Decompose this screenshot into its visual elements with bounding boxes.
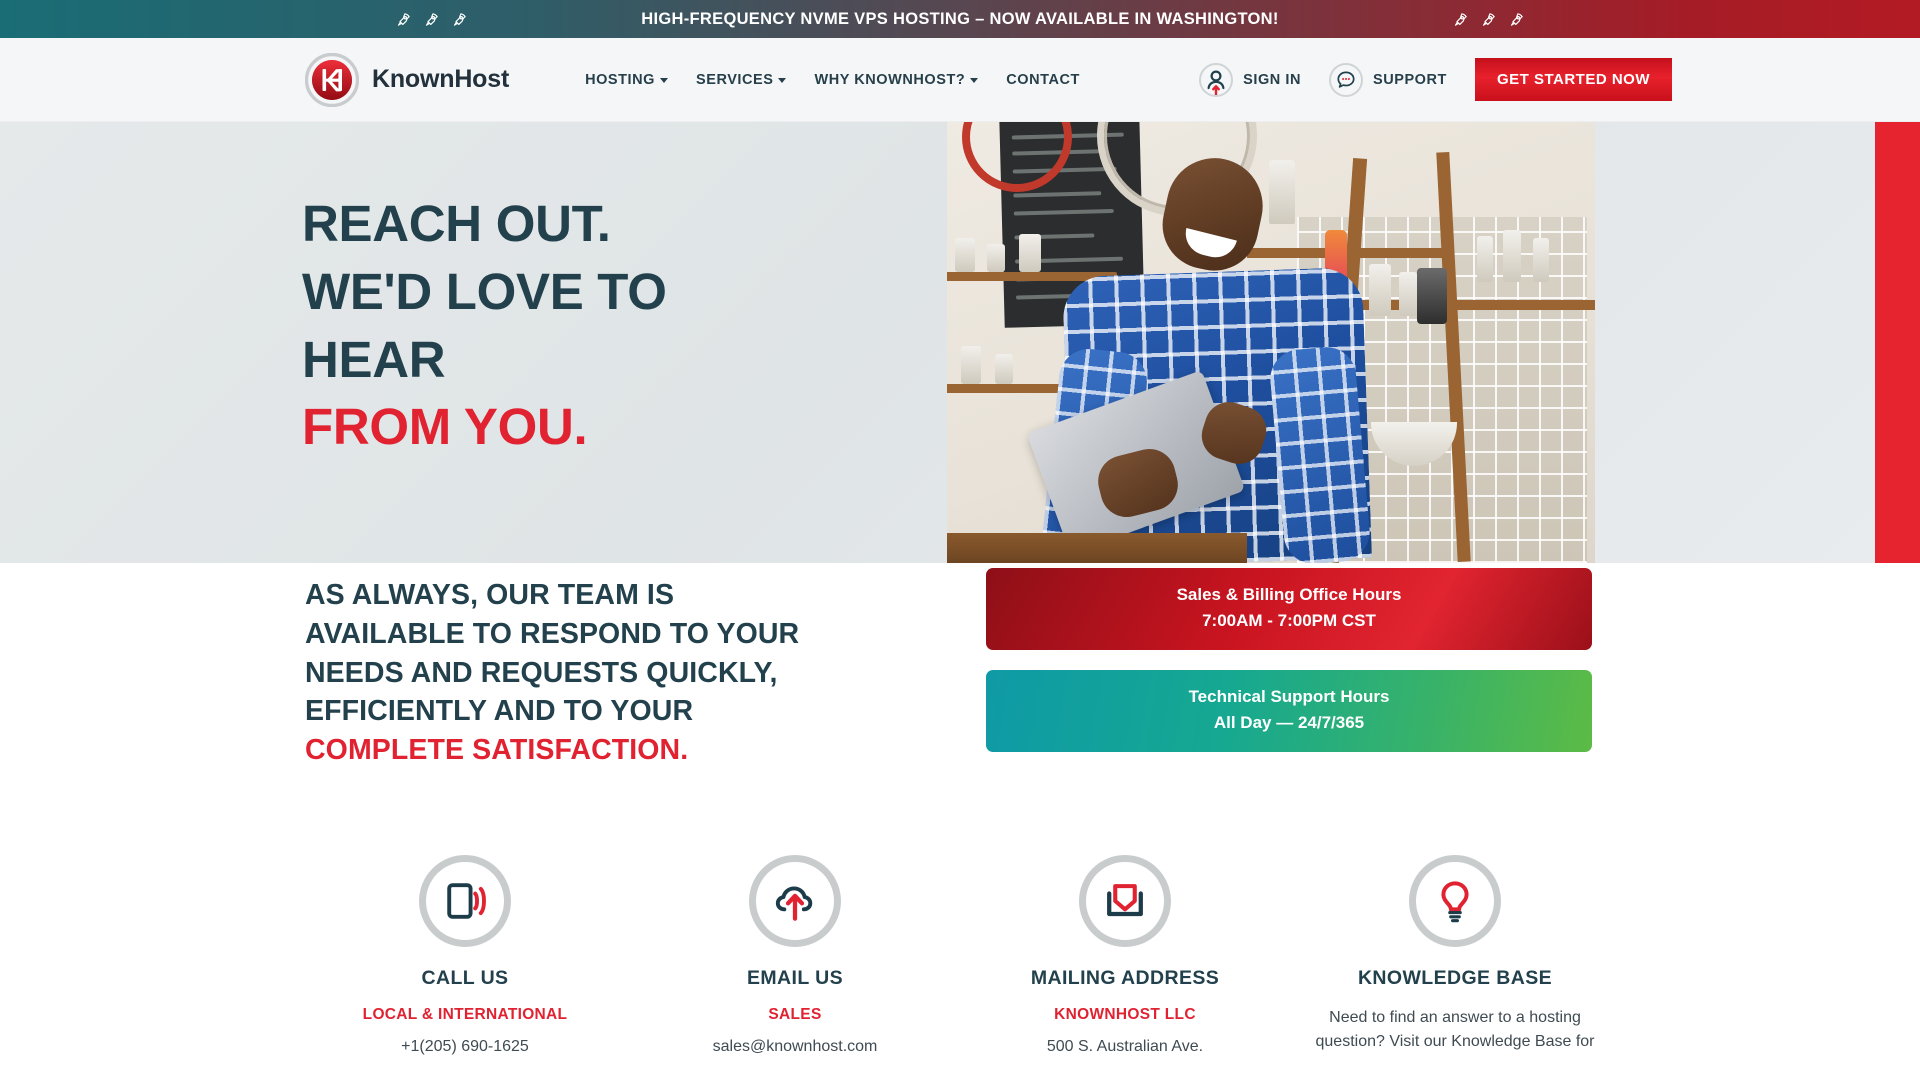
mailing-address-title: MAILING ADDRESS xyxy=(1030,967,1220,989)
contact-card-mailing-address[interactable]: MAILING ADDRESS KNOWNHOST LLC 500 S. Aus… xyxy=(960,855,1290,1059)
hero-line-3: HEAR xyxy=(302,330,446,388)
support-button[interactable]: SUPPORT xyxy=(1329,62,1447,97)
mailing-address-detail: 500 S. Australian Ave. xyxy=(1046,1038,1204,1055)
hero-image xyxy=(947,122,1595,563)
rocket-icon-group-right xyxy=(1452,11,1525,28)
hero-line-1: REACH OUT. xyxy=(302,195,611,252)
availability-line-1: AS ALWAYS, OUR TEAM IS xyxy=(305,579,675,611)
nav-item-why-knownhost-label: WHY KNOWNHOST? xyxy=(814,71,966,88)
technical-support-hours-card: Technical Support Hours All Day — 24/7/3… xyxy=(986,670,1592,752)
sales-billing-hours-value: 7:00AM - 7:00PM CST xyxy=(1202,611,1376,630)
availability-line-3: NEEDS AND REQUESTS QUICKLY, xyxy=(305,656,778,689)
call-us-detail[interactable]: +1(205) 690-1625 xyxy=(300,1035,630,1059)
user-icon xyxy=(1199,62,1234,97)
main-navigation: KnownHost HOSTING SERVICES WHY KNOWNHOST… xyxy=(0,38,1920,122)
mailing-address-subtitle: KNOWNHOST LLC xyxy=(1054,1006,1196,1023)
cloud-upload-icon xyxy=(749,855,841,947)
nav-menu: HOSTING SERVICES WHY KNOWNHOST? CONTACT xyxy=(585,72,1080,88)
technical-support-hours-value: All Day — 24/7/365 xyxy=(1213,713,1365,732)
get-started-button[interactable]: GET STARTED NOW xyxy=(1474,58,1672,101)
hero-line-4: FROM YOU. xyxy=(302,398,588,456)
sign-in-button[interactable]: SIGN IN xyxy=(1199,62,1301,97)
announcement-text: HIGH-FREQUENCY NVME VPS HOSTING – NOW AV… xyxy=(641,9,1279,28)
chevron-down-icon xyxy=(970,78,979,83)
rocket-icon-group-left xyxy=(395,11,468,28)
availability-line-4: EFFICIENTLY AND TO YOUR xyxy=(305,695,694,728)
announcement-bar[interactable]: HIGH-FREQUENCY NVME VPS HOSTING – NOW AV… xyxy=(0,0,1920,38)
contact-methods: CALL US LOCAL & INTERNATIONAL +1(205) 69… xyxy=(0,855,1920,1059)
nav-item-why-knownhost[interactable]: WHY KNOWNHOST? xyxy=(814,71,979,88)
knowledge-base-detail: Need to find an answer to a hosting ques… xyxy=(1315,1009,1595,1051)
sales-billing-hours-card: Sales & Billing Office Hours 7:00AM - 7:… xyxy=(986,568,1592,650)
nav-item-contact[interactable]: CONTACT xyxy=(1006,72,1080,88)
nav-item-services-label: SERVICES xyxy=(696,71,774,88)
nav-item-services[interactable]: SERVICES xyxy=(696,71,787,88)
technical-support-hours-title: Technical Support Hours xyxy=(1188,687,1390,706)
logo-link[interactable]: KnownHost xyxy=(304,52,510,107)
hero-heading: REACH OUT. WE'D LOVE TO HEAR FROM YOU. xyxy=(302,190,667,461)
hero-line-2: WE'D LOVE TO xyxy=(302,262,667,320)
contact-card-call-us[interactable]: CALL US LOCAL & INTERNATIONAL +1(205) 69… xyxy=(300,855,630,1059)
rocket-icon xyxy=(453,12,466,26)
support-label: SUPPORT xyxy=(1373,71,1447,88)
availability-section: AS ALWAYS, OUR TEAM IS AVAILABLE TO RESP… xyxy=(0,563,1920,823)
nav-item-hosting-label: HOSTING xyxy=(585,71,655,88)
office-hours-cards: Sales & Billing Office Hours 7:00AM - 7:… xyxy=(986,568,1592,772)
nav-item-contact-label: CONTACT xyxy=(1006,71,1080,88)
email-us-subtitle: SALES xyxy=(768,1006,822,1023)
rocket-icon xyxy=(425,12,438,26)
phone-signal-icon xyxy=(419,855,511,947)
logo-text: KnownHost xyxy=(372,65,510,93)
email-us-title: EMAIL US xyxy=(746,967,843,989)
nav-actions: SIGN IN SUPPORT GET STARTED NOW xyxy=(1199,58,1672,101)
knowledge-base-title: KNOWLEDGE BASE xyxy=(1357,967,1553,989)
sales-billing-hours-title: Sales & Billing Office Hours xyxy=(1176,585,1402,604)
call-us-title: CALL US xyxy=(421,967,509,989)
chevron-down-icon xyxy=(660,78,668,83)
rocket-icon xyxy=(1454,12,1467,26)
availability-line-2: AVAILABLE TO RESPOND TO YOUR xyxy=(305,617,800,650)
rocket-icon xyxy=(1482,12,1495,26)
nav-item-hosting[interactable]: HOSTING xyxy=(585,72,668,88)
hero-section: REACH OUT. WE'D LOVE TO HEAR FROM YOU. xyxy=(0,122,1920,563)
rocket-icon xyxy=(1510,12,1523,26)
lightbulb-icon xyxy=(1409,855,1501,947)
hero-red-strip xyxy=(1875,122,1920,563)
email-us-detail[interactable]: sales@knownhost.com xyxy=(630,1035,960,1059)
sign-in-label: SIGN IN xyxy=(1243,71,1301,88)
contact-card-knowledge-base[interactable]: KNOWLEDGE BASE Need to find an answer to… xyxy=(1290,855,1620,1059)
chat-bubble-icon xyxy=(1329,62,1363,97)
contact-card-email-us[interactable]: EMAIL US SALES sales@knownhost.com xyxy=(630,855,960,1059)
knownhost-logo-icon xyxy=(304,52,360,107)
open-envelope-icon xyxy=(1079,855,1171,947)
availability-statement: AS ALWAYS, OUR TEAM IS AVAILABLE TO RESP… xyxy=(305,576,925,770)
call-us-subtitle: LOCAL & INTERNATIONAL xyxy=(362,1006,568,1023)
availability-line-5: COMPLETE SATISFACTION. xyxy=(305,734,689,766)
chevron-down-icon xyxy=(778,78,787,83)
rocket-icon xyxy=(397,12,410,26)
